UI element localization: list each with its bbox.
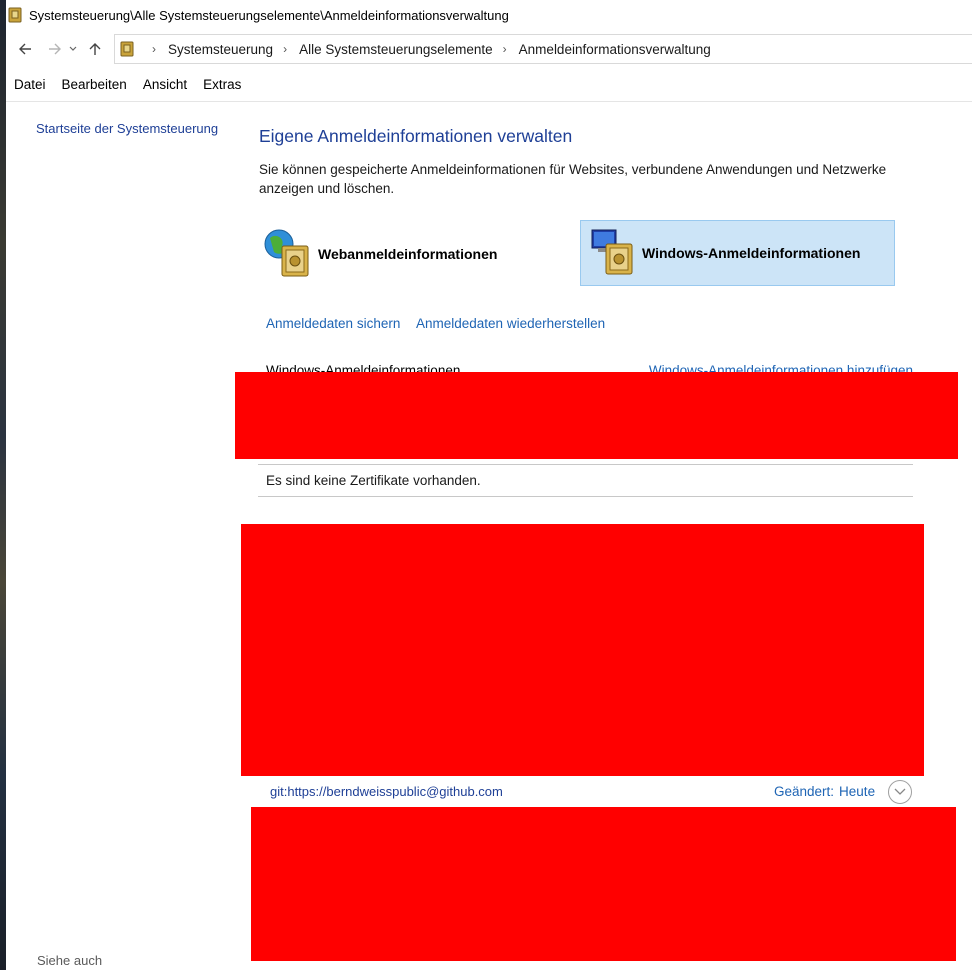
window-title: Systemsteuerung\Alle Systemsteuerungsele… [29,7,509,23]
divider [258,464,913,465]
windows-credentials-button[interactable]: Windows-Anmeldeinformationen [580,220,895,286]
menu-datei[interactable]: Datei [14,77,46,92]
expand-chevron-icon [894,788,906,795]
redacted-area [241,524,924,776]
address-bar[interactable]: › Systemsteuerung › Alle Systemsteuerungse… [114,34,972,64]
menu-extras[interactable]: Extras [203,77,241,92]
navigation-bar: › Systemsteuerung › Alle Systemsteuerungse… [6,30,972,68]
breadcrumb-separator: › [502,42,507,56]
breadcrumb-item[interactable]: › Alle Systemsteuerungselemente [273,42,493,57]
menu-ansicht[interactable]: Ansicht [143,77,187,92]
see-also-heading: Siehe auch [37,953,103,968]
forward-button[interactable] [44,38,66,60]
breadcrumb-separator: › [152,42,156,56]
redacted-area [235,372,958,459]
recent-locations-button[interactable] [66,38,80,60]
recent-chevron-icon [69,46,77,51]
breadcrumb-item[interactable]: › Systemsteuerung [142,42,273,57]
divider [258,496,913,497]
changed-label: Geändert: [774,784,835,799]
breadcrumb-label: Systemsteuerung [168,41,274,57]
globe-vault-icon [264,229,309,277]
computer-vault-icon [591,229,633,275]
page-title: Eigene Anmeldeinformationen verwalten [259,126,573,146]
forward-arrow-icon [49,43,61,55]
menu-bar: Datei Bearbeiten Ansicht Extras [6,68,972,102]
changed-value: Heute [839,784,876,799]
breadcrumb-label: Alle Systemsteuerungselemente [299,41,493,57]
back-button[interactable] [14,38,36,60]
breadcrumb-separator: › [283,42,288,56]
menu-bearbeiten[interactable]: Bearbeiten [62,77,127,92]
control-panel-icon [120,41,134,57]
breadcrumb-item[interactable]: › Anmeldeinformationsverwaltung [493,42,711,57]
desktop-background-strip [0,0,6,970]
breadcrumb-label: Anmeldeinformationsverwaltung [518,41,711,57]
title-bar: Systemsteuerung\Alle Systemsteuerungsele… [6,0,972,30]
web-credentials-label: Webanmeldeinformationen [318,246,498,262]
up-arrow-icon [89,43,101,55]
redacted-area [251,807,956,961]
up-button[interactable] [84,38,106,60]
windows-credentials-label: Windows-Anmeldeinformationen [642,245,861,261]
page-description: Sie können gespeicherte Anmeldeinformati… [259,162,887,196]
control-panel-home-link[interactable]: Startseite der Systemsteuerung [36,121,218,136]
restore-credentials-link[interactable]: Anmeldedaten wiederherstellen [416,316,605,331]
control-panel-icon [8,7,22,23]
backup-credentials-link[interactable]: Anmeldedaten sichern [266,316,400,331]
web-credentials-button[interactable]: Webanmeldeinformationen [262,222,572,286]
expand-credential-button[interactable] [888,780,912,804]
credential-entry-name[interactable]: git:https://berndweisspublic@github.com [270,784,503,799]
credential-changed-info: Geändert: Heute [774,784,875,799]
no-certificates-message: Es sind keine Zertifikate vorhanden. [266,473,481,488]
back-arrow-icon [19,43,31,55]
